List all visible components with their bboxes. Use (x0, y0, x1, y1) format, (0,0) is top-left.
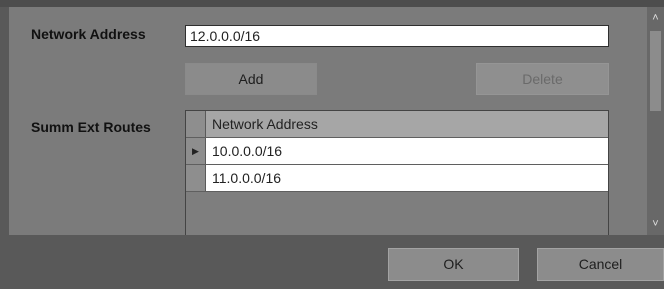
scroll-thumb[interactable] (650, 31, 661, 111)
ok-button[interactable]: OK (388, 248, 519, 281)
dialog-frame (0, 0, 664, 7)
summ-ext-routes-label: Summ Ext Routes (31, 119, 151, 135)
row-header[interactable] (186, 165, 206, 191)
network-address-input[interactable] (185, 25, 609, 47)
add-button[interactable]: Add (185, 63, 317, 95)
vertical-scrollbar[interactable]: ˄ ˅ (647, 7, 664, 235)
table-cell[interactable]: 10.0.0.0/16 (206, 138, 608, 164)
scroll-up-icon[interactable]: ˄ (647, 9, 664, 27)
delete-button[interactable]: Delete (476, 63, 609, 95)
table-row[interactable]: ▶ 10.0.0.0/16 (186, 138, 608, 165)
column-header-network-address[interactable]: Network Address (206, 111, 608, 137)
scroll-down-icon[interactable]: ˅ (647, 215, 664, 233)
cancel-button[interactable]: Cancel (537, 248, 664, 281)
dialog-content: Network Address Add Delete Summ Ext Rout… (9, 7, 647, 235)
dialog: Network Address Add Delete Summ Ext Rout… (0, 0, 664, 289)
table-row[interactable]: 11.0.0.0/16 (186, 165, 608, 192)
grid-corner (186, 111, 206, 137)
routes-grid[interactable]: Network Address ▶ 10.0.0.0/16 11.0.0.0/1… (185, 110, 609, 235)
current-row-arrow-icon[interactable]: ▶ (186, 138, 206, 164)
network-address-label: Network Address (31, 26, 146, 42)
table-cell[interactable]: 11.0.0.0/16 (206, 165, 608, 191)
grid-header-row: Network Address (186, 111, 608, 138)
